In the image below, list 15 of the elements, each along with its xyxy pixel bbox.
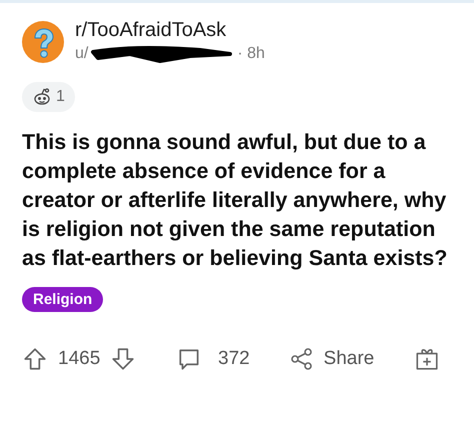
subreddit-avatar[interactable] xyxy=(22,20,64,62)
snoo-icon xyxy=(32,88,52,106)
username-prefix: u/ xyxy=(75,45,88,63)
upvote-icon[interactable] xyxy=(22,346,48,372)
post-age: · 8h xyxy=(237,45,265,63)
vote-score: 1465 xyxy=(58,348,100,370)
comment-count: 372 xyxy=(218,348,250,370)
gift-icon[interactable] xyxy=(414,346,440,372)
share-icon xyxy=(290,347,314,371)
subreddit-name[interactable]: r/TooAfraidToAsk xyxy=(75,19,265,42)
award-button[interactable]: 1 xyxy=(22,82,75,112)
flair-tag[interactable]: Religion xyxy=(22,287,104,312)
share-button[interactable]: Share xyxy=(290,347,374,371)
downvote-icon[interactable] xyxy=(110,346,136,372)
post-title: This is gonna sound awful, but due to a complete absence of evidence for a creator or afterlife literally anywhere, why is religion not given the same reputation as flat-earthers or believing Santa exists? xyxy=(22,129,448,272)
